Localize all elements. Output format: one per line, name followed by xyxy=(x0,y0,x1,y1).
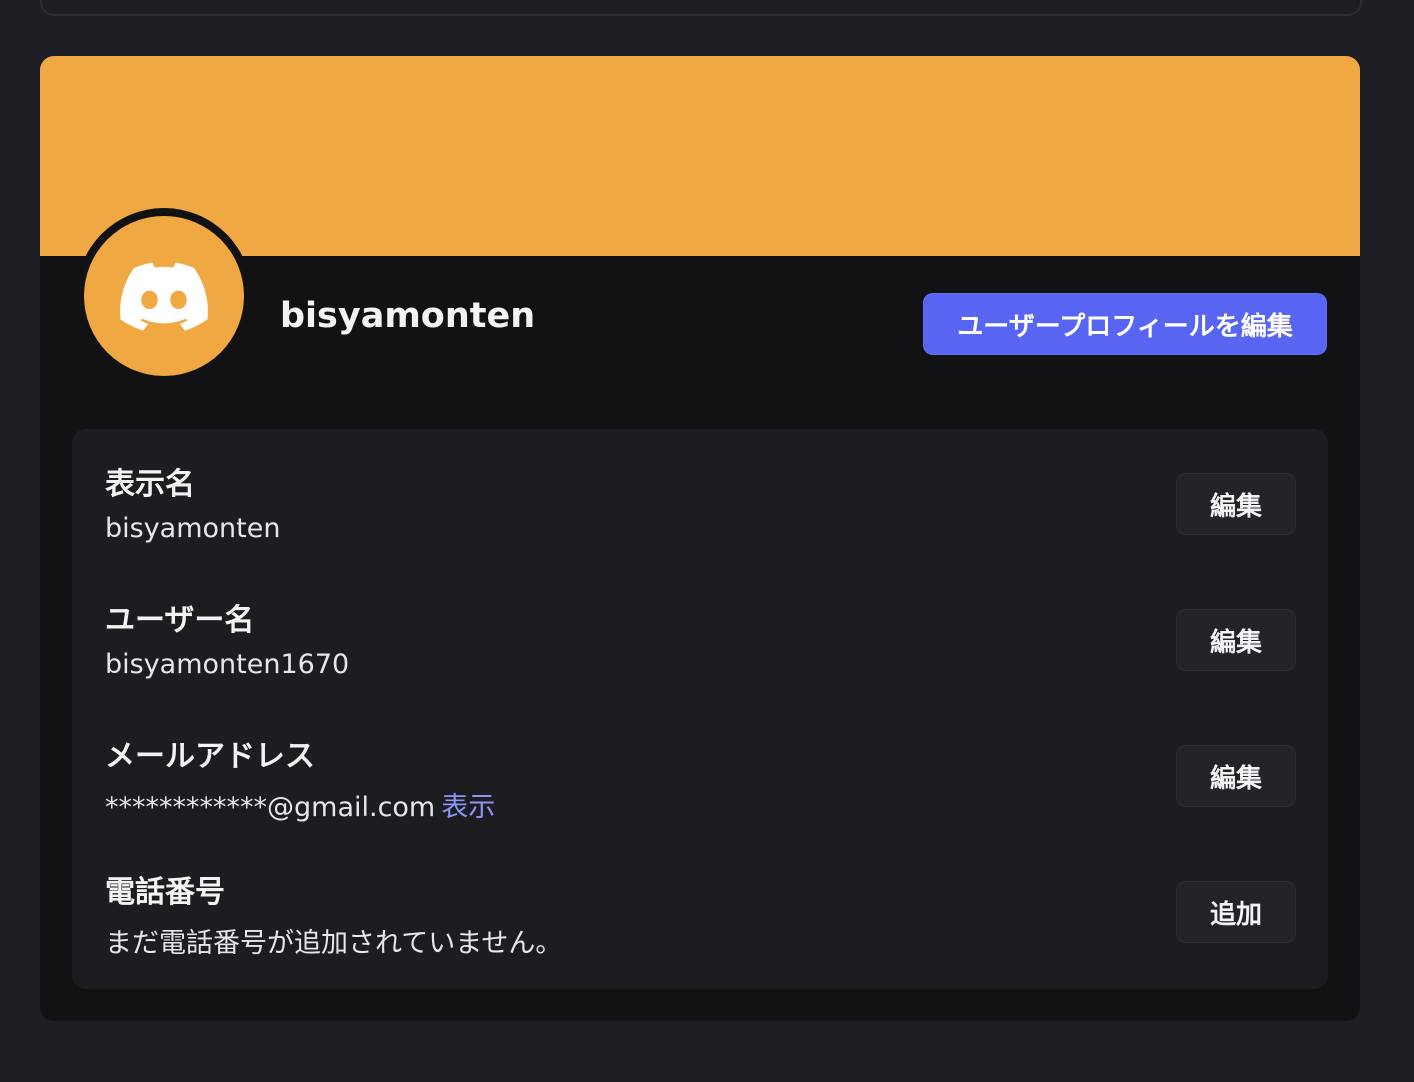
phone-row: 電話番号 まだ電話番号が追加されていません。 追加 xyxy=(72,837,1328,959)
edit-display-name-button[interactable]: 編集 xyxy=(1176,473,1296,535)
email-row: メールアドレス ************@gmail.com 表示 編集 xyxy=(72,701,1328,823)
email-value: ************@gmail.com xyxy=(105,792,436,823)
profile-card: bisyamonten ユーザープロフィールを編集 表示名 bisyamonte… xyxy=(40,56,1360,1021)
profile-banner xyxy=(40,56,1360,256)
add-phone-button[interactable]: 追加 xyxy=(1176,881,1296,943)
display-name-label: 表示名 xyxy=(105,467,195,502)
display-name-row: 表示名 bisyamonten 編集 xyxy=(72,429,1328,544)
email-label: メールアドレス xyxy=(105,739,315,774)
email-value-wrap: ************@gmail.com 表示 xyxy=(105,785,495,824)
avatar[interactable] xyxy=(84,216,244,376)
username-value: bisyamonten1670 xyxy=(105,649,350,680)
discord-logo-icon xyxy=(120,262,208,331)
previous-section-card xyxy=(40,0,1362,16)
account-info-panel: 表示名 bisyamonten 編集 ユーザー名 bisyamonten1670… xyxy=(72,429,1328,989)
phone-label: 電話番号 xyxy=(105,875,225,910)
profile-username: bisyamonten xyxy=(280,296,536,336)
display-name-value: bisyamonten xyxy=(105,513,281,544)
username-label: ユーザー名 xyxy=(105,603,255,638)
username-row: ユーザー名 bisyamonten1670 編集 xyxy=(72,565,1328,680)
phone-value: まだ電話番号が追加されていません。 xyxy=(105,928,563,959)
avatar-ring xyxy=(76,208,252,384)
edit-user-profile-button[interactable]: ユーザープロフィールを編集 xyxy=(923,293,1327,355)
reveal-email-link[interactable]: 表示 xyxy=(441,792,495,823)
edit-username-button[interactable]: 編集 xyxy=(1176,609,1296,671)
edit-email-button[interactable]: 編集 xyxy=(1176,745,1296,807)
